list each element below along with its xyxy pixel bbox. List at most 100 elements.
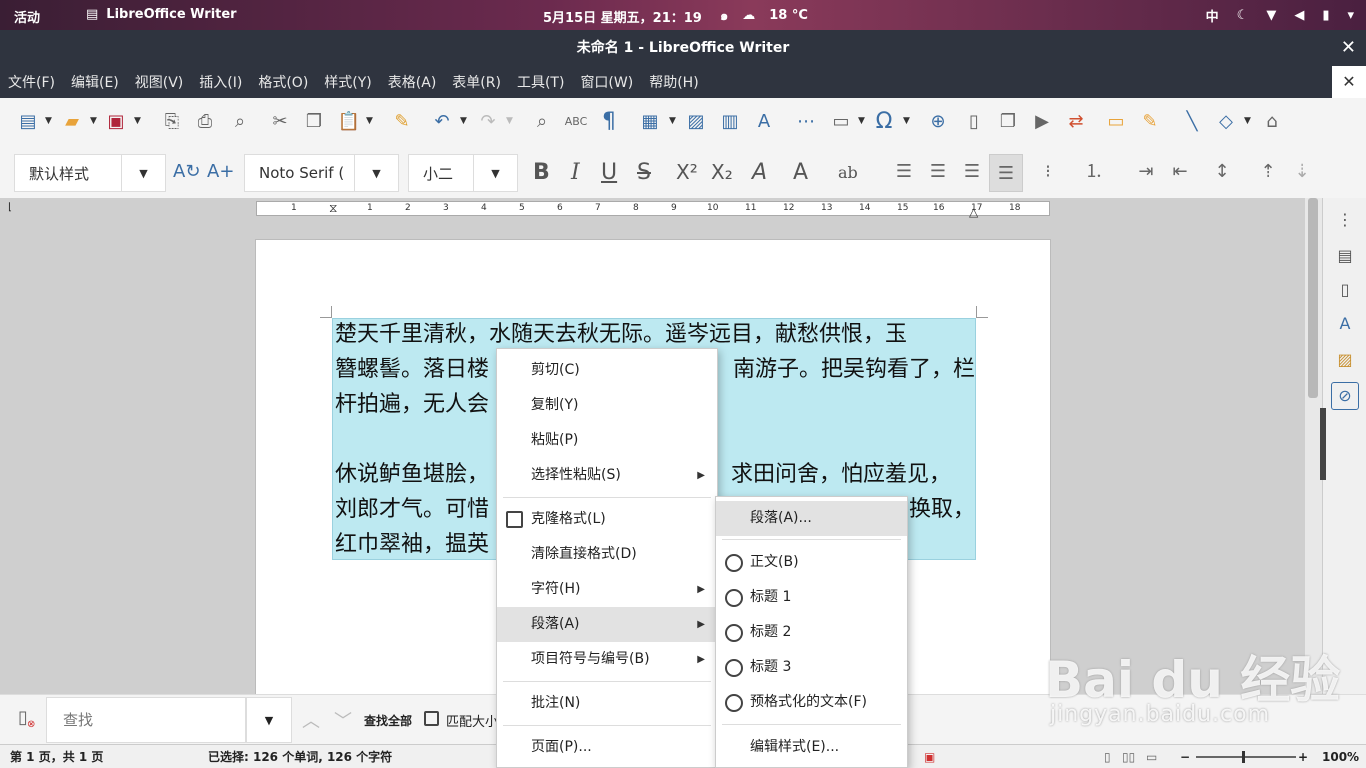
gallery-icon[interactable]: ▨: [1334, 350, 1356, 372]
clock[interactable]: 5月15日 星期五，21：19: [543, 7, 702, 26]
menu-edit[interactable]: 编辑(E): [71, 72, 119, 92]
align-center-icon[interactable]: ☰: [926, 160, 950, 184]
draw-functions-icon[interactable]: ⌂: [1260, 110, 1284, 134]
save-icon[interactable]: ▣: [104, 110, 128, 134]
find-history-dropdown-icon[interactable]: ▼: [246, 697, 292, 743]
hyperlink-icon[interactable]: ⊕: [926, 110, 950, 134]
find-all-button[interactable]: 查找全部: [364, 712, 412, 729]
highlight-icon[interactable]: ab: [838, 163, 858, 182]
activities-button[interactable]: 活动: [14, 7, 40, 26]
insert-textbox-icon[interactable]: A: [752, 110, 776, 134]
cross-reference-icon[interactable]: ⇄: [1064, 110, 1088, 134]
find-replace-icon[interactable]: ⌕: [530, 110, 554, 134]
menu-item-comment[interactable]: 批注(N): [497, 686, 717, 721]
update-style-icon[interactable]: A↻: [173, 160, 200, 184]
submenu-item-preformatted[interactable]: 预格式化的文本(F): [716, 685, 907, 720]
page-break-icon[interactable]: ⋯: [794, 110, 818, 134]
document-modified-icon[interactable]: ▣: [924, 745, 935, 768]
menu-file[interactable]: 文件(F): [8, 72, 55, 92]
chevron-down-icon[interactable]: ▼: [354, 155, 398, 191]
page-count[interactable]: 第 1 页，共 1 页: [10, 745, 103, 768]
menu-help[interactable]: 帮助(H): [649, 72, 698, 92]
menu-styles[interactable]: 样式(Y): [324, 72, 371, 92]
table-dropdown-icon[interactable]: ▼: [669, 116, 676, 126]
zoom-slider-thumb[interactable]: [1242, 751, 1245, 763]
scrollbar-thumb[interactable]: [1308, 198, 1318, 398]
endnote-icon[interactable]: ❐: [996, 110, 1020, 134]
properties-icon[interactable]: ▤: [1334, 246, 1356, 268]
insert-table-icon[interactable]: ▦: [638, 110, 662, 134]
menu-item-paste[interactable]: 粘贴(P): [497, 423, 717, 458]
submenu-item-heading-3[interactable]: 标题 3: [716, 650, 907, 685]
line-icon[interactable]: ╲: [1180, 110, 1204, 134]
comment-icon[interactable]: ▭: [1104, 110, 1128, 134]
copy-icon[interactable]: ❐: [302, 110, 326, 134]
find-previous-icon[interactable]: ︿: [302, 707, 320, 733]
insert-field-icon[interactable]: ▭: [829, 110, 853, 134]
find-input[interactable]: 查找: [46, 697, 246, 743]
footnote-icon[interactable]: ▯: [962, 110, 986, 134]
window-close-icon[interactable]: ✕: [1341, 30, 1356, 66]
clone-formatting-icon[interactable]: ✎: [390, 110, 414, 134]
unordered-list-icon[interactable]: ⁝: [1036, 160, 1060, 184]
new-style-icon[interactable]: A+: [207, 160, 234, 184]
right-indent-marker-icon[interactable]: △: [969, 205, 978, 219]
insert-image-icon[interactable]: ▨: [684, 110, 708, 134]
horizontal-ruler[interactable]: 1 ⧖ 1 2 3 4 5 6 7 8 9 10 11 12 13 14 15 …: [256, 201, 1050, 219]
submenu-item-edit-style[interactable]: 编辑样式(E)...: [716, 730, 907, 765]
underline-button[interactable]: U: [601, 160, 617, 185]
menu-view[interactable]: 视图(V): [135, 72, 184, 92]
left-indent-marker-icon[interactable]: ⧖: [329, 201, 337, 216]
menu-item-cut[interactable]: 剪切(C): [497, 353, 717, 388]
menu-table[interactable]: 表格(A): [388, 72, 437, 92]
chevron-down-icon[interactable]: ▼: [473, 155, 517, 191]
field-dropdown-icon[interactable]: ▼: [858, 116, 865, 126]
sidebar-collapse-handle[interactable]: [1320, 408, 1326, 480]
shapes-dropdown-icon[interactable]: ▼: [1244, 116, 1251, 126]
menu-item-paragraph[interactable]: 段落(A) ▶: [497, 607, 717, 642]
zoom-level[interactable]: 100%: [1322, 745, 1359, 768]
menu-insert[interactable]: 插入(I): [199, 72, 242, 92]
spelling-icon[interactable]: ABC: [564, 110, 588, 134]
justify-icon[interactable]: ☰: [989, 154, 1023, 192]
menu-item-clear-direct-format[interactable]: 清除直接格式(D): [497, 537, 717, 572]
increase-spacing-icon[interactable]: ⇡: [1256, 160, 1280, 184]
decrease-spacing-icon[interactable]: ⇣: [1290, 160, 1314, 184]
new-document-icon[interactable]: ▤: [16, 110, 40, 134]
tab-stop-type-icon[interactable]: ⌊: [8, 202, 12, 213]
input-method-indicator[interactable]: 中: [1206, 6, 1219, 25]
paragraph-style-combo[interactable]: 默认样式 ▼: [14, 154, 166, 192]
submenu-item-heading-1[interactable]: 标题 1: [716, 580, 907, 615]
weather-indicator[interactable]: ๑ ☁ 18 °C: [720, 5, 808, 26]
decrease-indent-icon[interactable]: ⇤: [1168, 160, 1192, 184]
clear-formatting-icon[interactable]: A: [752, 160, 767, 185]
menu-form[interactable]: 表单(R): [452, 72, 501, 92]
increase-indent-icon[interactable]: ⇥: [1134, 160, 1158, 184]
zoom-in-icon[interactable]: +: [1298, 745, 1308, 768]
font-size-combo[interactable]: 小二 ▼: [408, 154, 518, 192]
zoom-out-icon[interactable]: −: [1180, 745, 1190, 768]
menu-item-copy[interactable]: 复制(Y): [497, 388, 717, 423]
paragraph-spacing-icon[interactable]: ↕: [1210, 160, 1234, 184]
menu-tools[interactable]: 工具(T): [517, 72, 564, 92]
save-dropdown-icon[interactable]: ▼: [134, 116, 141, 126]
insert-chart-icon[interactable]: ▥: [718, 110, 742, 134]
bookmark-icon[interactable]: ▶: [1030, 110, 1054, 134]
undo-dropdown-icon[interactable]: ▼: [460, 116, 467, 126]
app-menu[interactable]: ▤ LibreOffice Writer: [86, 7, 237, 22]
align-left-icon[interactable]: ☰: [892, 160, 916, 184]
font-color-icon[interactable]: A: [793, 160, 808, 185]
paste-icon[interactable]: 📋: [337, 110, 361, 134]
close-document-icon[interactable]: ✕: [1332, 66, 1366, 98]
superscript-button[interactable]: X²: [676, 160, 698, 184]
menu-item-page[interactable]: 页面(P)...: [497, 730, 717, 765]
formatting-marks-icon[interactable]: ¶: [597, 110, 621, 134]
special-character-dropdown-icon[interactable]: ▼: [903, 116, 910, 126]
print-icon[interactable]: ⎙: [193, 110, 217, 134]
match-case-checkbox[interactable]: [424, 711, 439, 726]
submenu-item-heading-2[interactable]: 标题 2: [716, 615, 907, 650]
menu-item-bullets-numbering[interactable]: 项目符号与编号(B) ▶: [497, 642, 717, 677]
chevron-down-icon[interactable]: ▼: [121, 155, 165, 191]
print-preview-icon[interactable]: ⌕: [228, 110, 252, 134]
menu-item-clone-format[interactable]: 克隆格式(L): [497, 502, 717, 537]
